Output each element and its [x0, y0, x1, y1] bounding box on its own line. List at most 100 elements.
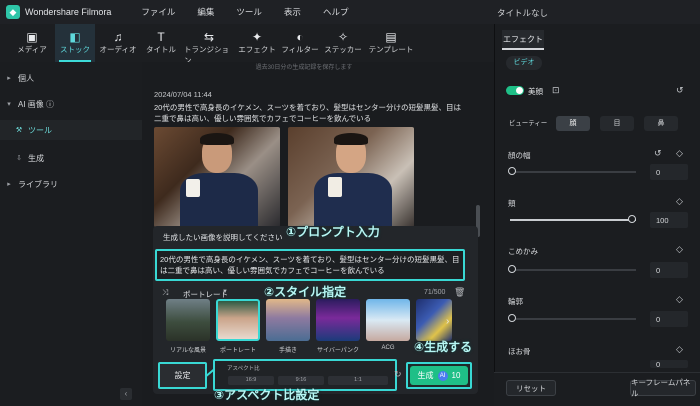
keyframe-icon[interactable]: ◇: [676, 344, 683, 355]
toggle-knob: [516, 87, 523, 94]
style-label: 手描き: [278, 348, 297, 354]
coffee-cup: [328, 177, 342, 197]
aspect-9-16[interactable]: 9:16: [278, 376, 324, 385]
beauty-label: 美顔: [528, 87, 543, 96]
value-temple[interactable]: 0: [650, 262, 688, 278]
seg-nose[interactable]: 鼻: [644, 116, 678, 131]
keyframe-icon[interactable]: ◇: [676, 148, 683, 159]
credit-icon: AI: [437, 370, 448, 381]
param-label: 輪郭: [508, 297, 523, 306]
sidebar: ▸ 個人 ▾ AI 画像 ⓘ ⚒ ツール ⇩ 生成 ▸ ライブラリ: [0, 62, 142, 406]
seg-beauty[interactable]: ビューティー: [506, 116, 550, 131]
tab-media[interactable]: ▣ メディア: [12, 24, 52, 62]
slider-knob[interactable]: [628, 215, 636, 223]
annotation-generate: ④生成する: [414, 340, 473, 354]
tab-stickers[interactable]: ✧ ステッカー: [323, 24, 363, 62]
generation-timestamp: 2024/07/04 11:44: [154, 90, 212, 99]
param-label: こめかみ: [508, 247, 538, 256]
annotation-style: ②スタイル指定: [264, 285, 347, 299]
refresh-icon[interactable]: ↻: [394, 369, 402, 380]
sidebar-item-label: ライブラリ: [18, 179, 58, 189]
tab-filters[interactable]: ◐ フィルター: [280, 24, 320, 62]
title-icon: T: [157, 30, 165, 44]
reset-icon[interactable]: ↺: [676, 85, 684, 96]
style-label: ACG: [381, 345, 395, 351]
history-note: 過去30日分の生成記録を保存します: [255, 65, 353, 71]
generated-image-2[interactable]: [288, 127, 414, 227]
style-thumb-acg[interactable]: [366, 299, 410, 341]
param-label: 顔の幅: [508, 151, 531, 160]
tab-effects[interactable]: ✦ エフェクト: [237, 24, 277, 62]
portrait-hair: [200, 133, 234, 145]
style-label: サイバーパンク: [316, 348, 360, 354]
prompt-heading: 生成したい画像を説明してください: [163, 233, 283, 242]
chevron-right-icon[interactable]: ›: [446, 316, 449, 327]
generate-button[interactable]: 生成 AI 10: [410, 366, 468, 385]
seg-face[interactable]: 顔: [556, 116, 590, 131]
tab-templates[interactable]: ▤ テンプレート: [366, 24, 416, 62]
reset-icon[interactable]: ↺: [654, 148, 662, 159]
sidebar-item-generate[interactable]: ⇩ 生成: [0, 148, 142, 168]
portrait-suit: [314, 173, 392, 227]
tab-stock[interactable]: ◧ ストック: [55, 24, 95, 62]
sidebar-item-label: AI 画像 ⓘ: [18, 99, 55, 109]
annotation-aspect: ③アスペクト比設定: [214, 388, 320, 402]
keyframe-icon[interactable]: ◇: [676, 196, 683, 207]
value-face-width[interactable]: 0: [650, 164, 688, 180]
keyframe-panel-button[interactable]: キーフレームパネル: [630, 378, 696, 398]
slider-knob[interactable]: [508, 314, 516, 322]
sidebar-item-ai-image[interactable]: ▾ AI 画像 ⓘ: [0, 94, 142, 114]
tab-label: ストック: [60, 45, 90, 54]
tab-effect[interactable]: エフェクト: [502, 30, 544, 50]
reset-button[interactable]: リセット: [506, 380, 556, 396]
settings-button[interactable]: 設定: [158, 362, 207, 389]
keyframe-icon[interactable]: ◇: [676, 244, 683, 255]
generate-label: 生成: [417, 371, 434, 380]
menu-tools[interactable]: ツール: [236, 6, 262, 18]
aspect-16-9[interactable]: 16:9: [228, 376, 274, 385]
slider-temple[interactable]: [510, 269, 636, 271]
prompt-text: 20代の男性で高身長のイケメン、スーツを着ており、髪型はセンター分けの短髪黒髪、…: [160, 255, 460, 275]
generated-image-1[interactable]: [154, 127, 280, 227]
slider-knob[interactable]: [508, 265, 516, 273]
shuffle-icon[interactable]: ⤨: [162, 288, 168, 298]
style-thumb-cyberpunk[interactable]: [316, 299, 360, 341]
tab-titles[interactable]: T タイトル: [141, 24, 181, 62]
style-thumb-portrait[interactable]: [216, 299, 260, 341]
portrait-hair: [334, 133, 368, 145]
transition-icon: ⇆: [203, 30, 215, 44]
slider-cheek[interactable]: [510, 219, 636, 221]
face-detect-icon[interactable]: ⊡: [552, 85, 560, 96]
slider-knob[interactable]: [508, 167, 516, 175]
tab-transitions[interactable]: ⇆ トランジション: [184, 24, 234, 65]
value-contour[interactable]: 0: [650, 311, 688, 327]
asset-toolbar: ▣ メディア ◧ ストック ♫ オーディオ T タイトル ⇆ トランジション ✦ エフェクト…: [0, 24, 494, 65]
filter-icon: ◐: [296, 30, 304, 44]
style-thumb-handdrawn[interactable]: [266, 299, 310, 341]
tab-label: タイトル: [146, 45, 176, 54]
slider-contour[interactable]: [510, 318, 636, 320]
seg-eye[interactable]: 目: [600, 116, 634, 131]
value-cheekbone[interactable]: 0: [650, 360, 688, 368]
menu-file[interactable]: ファイル: [141, 6, 175, 18]
sidebar-item-personal[interactable]: ▸ 個人: [0, 68, 142, 88]
effect-icon: ✦: [251, 30, 263, 44]
tab-label: エフェクト: [238, 45, 276, 54]
coffee-cup: [186, 179, 200, 197]
tab-audio[interactable]: ♫ オーディオ: [98, 24, 138, 62]
slider-face-width[interactable]: [510, 171, 636, 173]
collapse-sidebar-button[interactable]: ‹: [120, 388, 132, 400]
menu-view[interactable]: 表示: [284, 6, 301, 18]
menu-edit[interactable]: 編集: [197, 6, 214, 18]
trash-icon[interactable]: 🗑: [454, 287, 465, 298]
menu-help[interactable]: ヘルプ: [323, 6, 349, 18]
sidebar-item-tools[interactable]: ⚒ ツール: [0, 120, 142, 140]
keyframe-icon[interactable]: ◇: [676, 294, 683, 305]
sidebar-item-label: 個人: [18, 73, 34, 83]
subtab-video[interactable]: ビデオ: [506, 56, 542, 70]
style-thumb-landscape[interactable]: [166, 299, 210, 341]
credit-cost: 10: [451, 371, 461, 380]
aspect-1-1[interactable]: 1:1: [328, 376, 388, 385]
sidebar-item-library[interactable]: ▸ ライブラリ: [0, 174, 142, 194]
value-cheek[interactable]: 100: [650, 212, 688, 228]
